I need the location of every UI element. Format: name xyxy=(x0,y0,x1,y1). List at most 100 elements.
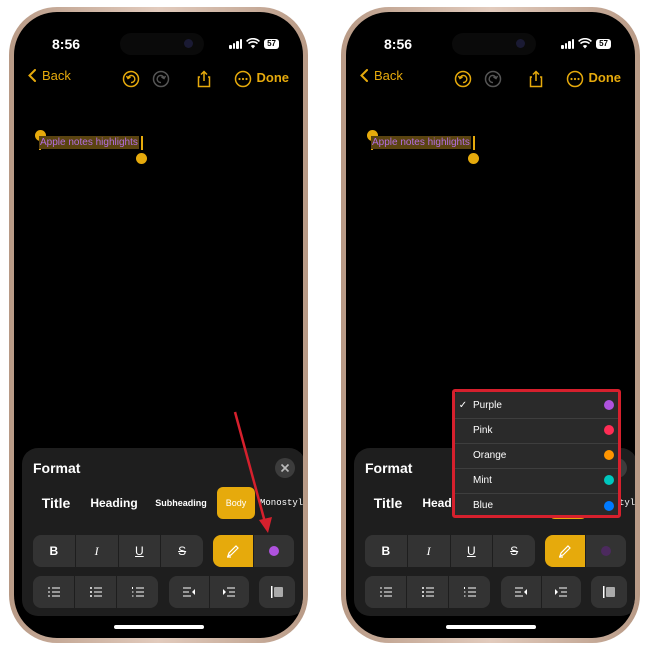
close-icon xyxy=(280,463,290,473)
selection-caret-end xyxy=(141,136,143,150)
style-body[interactable]: Body xyxy=(217,487,255,519)
status-icons: 57 xyxy=(229,38,279,49)
text-style-buttons: B I U S xyxy=(33,535,203,567)
indent-buttons xyxy=(501,576,581,608)
numbered-list-button[interactable] xyxy=(117,576,158,608)
outdent-icon xyxy=(182,587,195,597)
block-quote-icon xyxy=(603,586,615,598)
indent-icon xyxy=(223,587,236,597)
numbered-list-icon xyxy=(131,587,144,597)
close-format-button[interactable] xyxy=(275,458,295,478)
underline-button[interactable]: U xyxy=(451,535,494,567)
strikethrough-button[interactable]: S xyxy=(493,535,535,567)
highlight-button[interactable] xyxy=(545,535,586,567)
style-monostyled[interactable]: Monostyled xyxy=(260,487,303,519)
highlighter-pen-icon xyxy=(227,545,239,558)
bold-button[interactable]: B xyxy=(33,535,76,567)
share-icon[interactable] xyxy=(527,70,545,88)
list-buttons xyxy=(365,576,490,608)
bulleted-list-button[interactable] xyxy=(407,576,449,608)
indent-button[interactable] xyxy=(210,576,250,608)
block-quote-icon xyxy=(271,586,283,598)
numbered-list-icon xyxy=(463,587,476,597)
annotation-highlight-box xyxy=(452,389,621,518)
dynamic-island xyxy=(120,33,204,55)
outdent-button[interactable] xyxy=(501,576,542,608)
style-subheading[interactable]: Subheading xyxy=(148,487,214,519)
checklist-button[interactable] xyxy=(33,576,75,608)
status-time: 8:56 xyxy=(52,36,81,52)
done-button[interactable]: Done xyxy=(589,70,622,85)
dashed-list-icon xyxy=(379,587,392,597)
underline-button[interactable]: U xyxy=(119,535,162,567)
format-panel: Format Title Heading Subheading Body Mon… xyxy=(22,448,303,616)
undo-icon[interactable] xyxy=(454,70,472,88)
indent-button[interactable] xyxy=(542,576,582,608)
style-heading[interactable]: Heading xyxy=(84,487,144,519)
note-toolbar: Back Done xyxy=(14,68,303,92)
note-toolbar: Back Done xyxy=(346,68,635,92)
chevron-left-icon xyxy=(360,69,368,82)
block-quote-button[interactable] xyxy=(259,576,295,608)
italic-button[interactable]: I xyxy=(408,535,451,567)
indent-buttons xyxy=(169,576,249,608)
more-icon[interactable] xyxy=(234,70,252,88)
bulleted-list-icon xyxy=(89,587,102,597)
strikethrough-button[interactable]: S xyxy=(161,535,203,567)
bulleted-list-icon xyxy=(421,587,434,597)
style-title[interactable]: Title xyxy=(30,487,82,519)
undo-icon[interactable] xyxy=(122,70,140,88)
cellular-signal-icon xyxy=(561,38,575,49)
outdent-button[interactable] xyxy=(169,576,210,608)
wifi-icon xyxy=(246,38,261,49)
highlight-color-button[interactable] xyxy=(586,535,626,567)
dashed-list-icon xyxy=(47,587,60,597)
checklist-button[interactable] xyxy=(365,576,407,608)
more-icon[interactable] xyxy=(566,70,584,88)
highlighter-pen-icon xyxy=(559,545,571,558)
status-time: 8:56 xyxy=(384,36,413,52)
list-buttons xyxy=(33,576,158,608)
home-indicator xyxy=(114,625,204,629)
bold-button[interactable]: B xyxy=(365,535,408,567)
battery-icon: 57 xyxy=(264,38,279,49)
share-icon[interactable] xyxy=(195,70,213,88)
note-highlighted-text[interactable]: Apple notes highlights xyxy=(371,136,471,149)
redo-icon[interactable] xyxy=(484,70,502,88)
battery-icon: 57 xyxy=(596,38,611,49)
outdent-icon xyxy=(514,587,527,597)
status-icons: 57 xyxy=(561,38,611,49)
purple-color-icon xyxy=(269,546,279,556)
style-title[interactable]: Title xyxy=(362,487,414,519)
block-quote-button[interactable] xyxy=(591,576,627,608)
dynamic-island xyxy=(452,33,536,55)
phone-screen-right: 8:56 57 Back Done Apple notes highlights… xyxy=(346,12,635,638)
phone-screen-left: 8:56 57 Back Done Apple notes highlights… xyxy=(14,12,303,638)
back-button[interactable]: Back xyxy=(360,68,403,83)
purple-color-icon xyxy=(601,546,611,556)
selection-caret-end xyxy=(473,136,475,150)
block-quote-button-group xyxy=(259,576,295,608)
selection-handle-end[interactable] xyxy=(136,153,147,164)
highlight-color-button[interactable] xyxy=(254,535,294,567)
selection-handle-end[interactable] xyxy=(468,153,479,164)
back-button[interactable]: Back xyxy=(28,68,71,83)
format-title: Format xyxy=(365,460,413,476)
back-label: Back xyxy=(42,68,71,83)
numbered-list-button[interactable] xyxy=(449,576,490,608)
bulleted-list-button[interactable] xyxy=(75,576,117,608)
home-indicator xyxy=(446,625,536,629)
phone-frame-right: 8:56 57 Back Done Apple notes highlights… xyxy=(341,7,640,643)
note-highlighted-text[interactable]: Apple notes highlights xyxy=(39,136,139,149)
phone-frame-left: 8:56 57 Back Done Apple notes highlights… xyxy=(9,7,308,643)
format-title: Format xyxy=(33,460,81,476)
redo-icon[interactable] xyxy=(152,70,170,88)
italic-button[interactable]: I xyxy=(76,535,119,567)
indent-icon xyxy=(555,587,568,597)
cellular-signal-icon xyxy=(229,38,243,49)
done-button[interactable]: Done xyxy=(257,70,290,85)
wifi-icon xyxy=(578,38,593,49)
highlight-button[interactable] xyxy=(213,535,254,567)
highlight-buttons xyxy=(545,535,626,567)
back-label: Back xyxy=(374,68,403,83)
